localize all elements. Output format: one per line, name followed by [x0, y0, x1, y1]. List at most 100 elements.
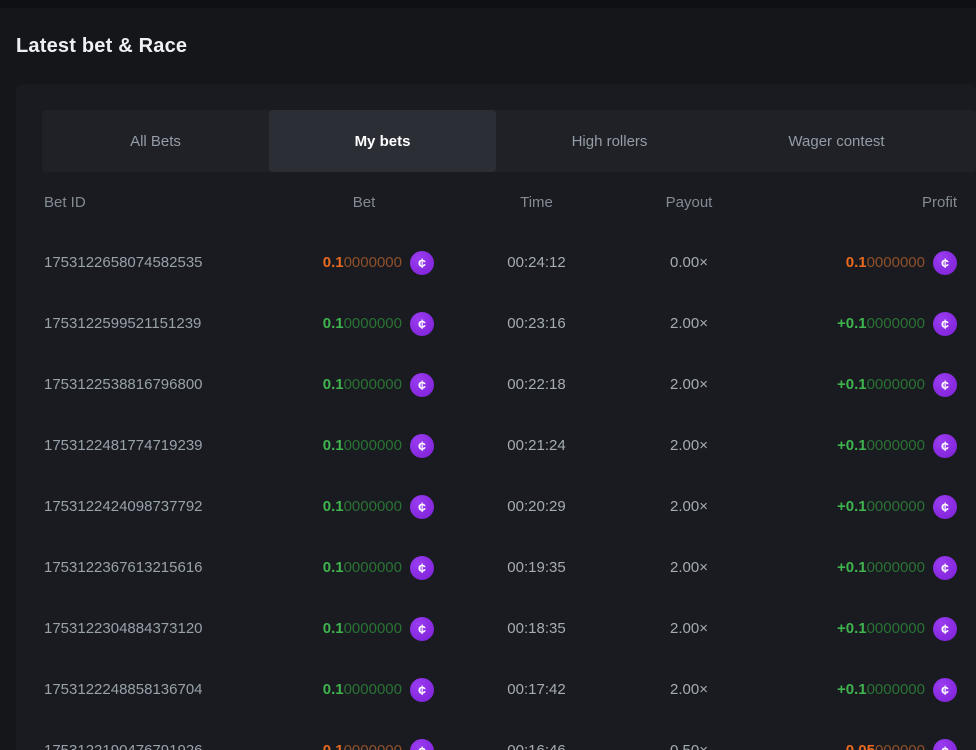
header-time: Time — [434, 194, 639, 211]
table-row: 1753122304884373120 0.10000000 ¢ 00:18:3… — [16, 598, 976, 659]
header-bet: Bet — [294, 194, 434, 211]
bets-tabbar: All Bets My bets High rollers Wager cont… — [42, 110, 976, 172]
bet-payout: 2.00× — [639, 681, 739, 698]
bet-id: 1753122481774719239 — [44, 437, 294, 454]
bet-amount: 0.10000000 ¢ — [294, 739, 434, 750]
bet-amount-value: 0.10000000 — [323, 376, 402, 393]
bet-payout: 2.00× — [639, 620, 739, 637]
coin-icon: ¢ — [933, 373, 957, 397]
bet-payout: 2.00× — [639, 498, 739, 515]
bet-id: 1753122304884373120 — [44, 620, 294, 637]
bet-amount: 0.10000000 ¢ — [294, 312, 434, 336]
bet-profit: +0.10000000 ¢ — [739, 312, 957, 336]
section-title: Latest bet & Race — [16, 32, 976, 60]
table-row: 1753122599521151239 0.10000000 ¢ 00:23:1… — [16, 293, 976, 354]
coin-icon: ¢ — [933, 434, 957, 458]
profit-amount-value: 0.05000000 — [846, 742, 925, 750]
bet-amount-value: 0.10000000 — [323, 437, 402, 454]
bets-panel: All Bets My bets High rollers Wager cont… — [16, 84, 976, 750]
coin-icon: ¢ — [933, 617, 957, 641]
header-bet-id: Bet ID — [44, 194, 294, 211]
bet-amount: 0.10000000 ¢ — [294, 373, 434, 397]
tab-wager-contest[interactable]: Wager contest — [723, 110, 950, 172]
bet-profit: +0.10000000 ¢ — [739, 617, 957, 641]
coin-icon: ¢ — [410, 373, 434, 397]
bet-profit: 0.10000000 ¢ — [739, 251, 957, 275]
table-row: 1753122190476791926 0.10000000 ¢ 00:16:4… — [16, 720, 976, 750]
tab-my-bets[interactable]: My bets — [269, 110, 496, 172]
bet-profit: +0.10000000 ¢ — [739, 495, 957, 519]
bet-profit: 0.05000000 ¢ — [739, 739, 957, 750]
bet-time: 00:22:18 — [434, 376, 639, 393]
coin-icon: ¢ — [410, 678, 434, 702]
bet-time: 00:16:46 — [434, 742, 639, 750]
bet-id: 1753122658074582535 — [44, 254, 294, 271]
bet-profit: +0.10000000 ¢ — [739, 434, 957, 458]
coin-icon: ¢ — [410, 556, 434, 580]
bet-id: 1753122424098737792 — [44, 498, 294, 515]
table-row: 1753122248858136704 0.10000000 ¢ 00:17:4… — [16, 659, 976, 720]
bet-amount-value: 0.10000000 — [323, 498, 402, 515]
profit-amount-value: +0.10000000 — [837, 437, 925, 454]
coin-icon: ¢ — [410, 251, 434, 275]
bet-amount: 0.10000000 ¢ — [294, 678, 434, 702]
profit-amount-value: +0.10000000 — [837, 559, 925, 576]
bet-id: 1753122190476791926 — [44, 742, 294, 750]
table-row: 1753122424098737792 0.10000000 ¢ 00:20:2… — [16, 476, 976, 537]
profit-amount-value: +0.10000000 — [837, 376, 925, 393]
bet-profit: +0.10000000 ¢ — [739, 556, 957, 580]
coin-icon: ¢ — [410, 739, 434, 750]
bet-amount-value: 0.10000000 — [323, 620, 402, 637]
coin-icon: ¢ — [933, 678, 957, 702]
bet-time: 00:20:29 — [434, 498, 639, 515]
bet-amount: 0.10000000 ¢ — [294, 617, 434, 641]
coin-icon: ¢ — [933, 312, 957, 336]
bet-time: 00:19:35 — [434, 559, 639, 576]
bet-time: 00:18:35 — [434, 620, 639, 637]
latest-bet-race-section: Latest bet & Race All Bets My bets High … — [0, 0, 976, 750]
bet-payout: 2.00× — [639, 376, 739, 393]
profit-amount-value: 0.10000000 — [846, 254, 925, 271]
bet-time: 00:21:24 — [434, 437, 639, 454]
coin-icon: ¢ — [933, 495, 957, 519]
bet-id: 1753122538816796800 — [44, 376, 294, 393]
bet-profit: +0.10000000 ¢ — [739, 678, 957, 702]
bet-payout: 0.00× — [639, 254, 739, 271]
coin-icon: ¢ — [410, 617, 434, 641]
bet-amount: 0.10000000 ¢ — [294, 434, 434, 458]
header-profit: Profit — [739, 194, 957, 211]
coin-icon: ¢ — [410, 434, 434, 458]
bet-id: 1753122599521151239 — [44, 315, 294, 332]
bet-amount: 0.10000000 ¢ — [294, 251, 434, 275]
bet-amount-value: 0.10000000 — [323, 742, 402, 750]
bet-amount: 0.10000000 ¢ — [294, 495, 434, 519]
bet-payout: 0.50× — [639, 742, 739, 750]
bet-time: 00:17:42 — [434, 681, 639, 698]
bet-payout: 2.00× — [639, 437, 739, 454]
coin-icon: ¢ — [933, 251, 957, 275]
profit-amount-value: +0.10000000 — [837, 315, 925, 332]
coin-icon: ¢ — [410, 495, 434, 519]
coin-icon: ¢ — [933, 556, 957, 580]
bet-time: 00:24:12 — [434, 254, 639, 271]
bet-time: 00:23:16 — [434, 315, 639, 332]
profit-amount-value: +0.10000000 — [837, 681, 925, 698]
coin-icon: ¢ — [410, 312, 434, 336]
bet-amount: 0.10000000 ¢ — [294, 556, 434, 580]
bet-amount-value: 0.10000000 — [323, 254, 402, 271]
coin-icon: ¢ — [933, 739, 957, 750]
table-row: 1753122481774719239 0.10000000 ¢ 00:21:2… — [16, 415, 976, 476]
header-payout: Payout — [639, 194, 739, 211]
table-row: 1753122367613215616 0.10000000 ¢ 00:19:3… — [16, 537, 976, 598]
bet-amount-value: 0.10000000 — [323, 315, 402, 332]
bet-amount-value: 0.10000000 — [323, 681, 402, 698]
bets-table-body: 1753122658074582535 0.10000000 ¢ 00:24:1… — [16, 232, 976, 750]
tab-high-rollers[interactable]: High rollers — [496, 110, 723, 172]
top-edge-strip — [0, 0, 976, 8]
bet-payout: 2.00× — [639, 315, 739, 332]
bet-profit: +0.10000000 ¢ — [739, 373, 957, 397]
tab-all-bets[interactable]: All Bets — [42, 110, 269, 172]
bet-id: 1753122367613215616 — [44, 559, 294, 576]
table-header-row: Bet ID Bet Time Payout Profit — [16, 182, 976, 222]
bet-amount-value: 0.10000000 — [323, 559, 402, 576]
